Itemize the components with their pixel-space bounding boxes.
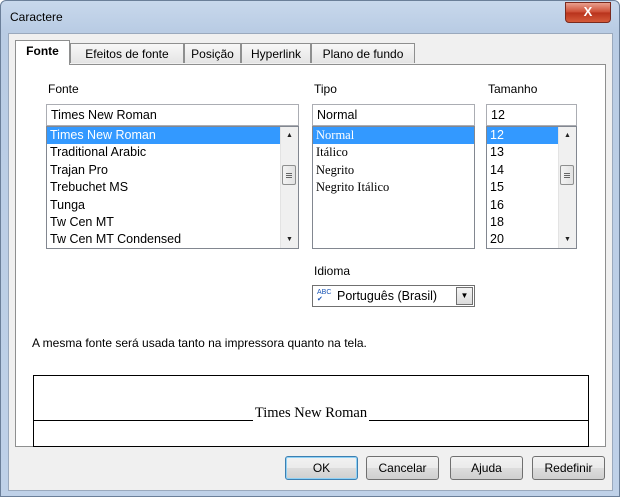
font-list-item[interactable]: Traditional Arabic xyxy=(47,144,298,161)
style-list-item[interactable]: Negrito Itálico xyxy=(313,179,474,196)
size-field[interactable]: 12 xyxy=(486,104,577,126)
chevron-down-icon[interactable]: ▼ xyxy=(456,287,473,305)
font-list-item[interactable]: Tw Cen MT Condensed xyxy=(47,231,298,248)
style-list-item[interactable]: Itálico xyxy=(313,144,474,161)
tab-plano-de-fundo[interactable]: Plano de fundo xyxy=(311,43,415,63)
tab-fonte[interactable]: Fonte xyxy=(15,40,70,65)
character-dialog: Caractere X Fonte Efeitos de fonte Posiç… xyxy=(0,0,620,497)
font-list-item[interactable]: Trajan Pro xyxy=(47,162,298,179)
tab-posicao[interactable]: Posição xyxy=(184,43,241,63)
scroll-thumb[interactable] xyxy=(282,165,296,185)
ok-button[interactable]: OK xyxy=(285,456,358,480)
font-list-scrollbar[interactable]: ▲ ▼ xyxy=(280,127,298,248)
dialog-body: Fonte Efeitos de fonte Posição Hyperlink… xyxy=(8,33,613,491)
font-list[interactable]: Times New Roman Traditional Arabic Traja… xyxy=(46,126,299,249)
language-label: Idioma xyxy=(314,264,351,278)
size-list[interactable]: 12 13 14 15 16 18 20 ▲ ▼ xyxy=(486,126,577,249)
style-field[interactable]: Normal xyxy=(312,104,475,126)
language-select[interactable]: ABC ✔ Português (Brasil) ▼ xyxy=(312,285,475,307)
scroll-up-arrow-icon[interactable]: ▲ xyxy=(559,127,576,144)
spellcheck-icon: ABC ✔ xyxy=(317,289,332,303)
style-list-item[interactable]: Normal xyxy=(313,127,474,145)
cancel-button[interactable]: Cancelar xyxy=(366,456,439,480)
font-list-item[interactable]: Trebuchet MS xyxy=(47,179,298,196)
preview-text: Times New Roman xyxy=(252,405,370,421)
close-button[interactable]: X xyxy=(565,2,611,23)
tab-efeitos-de-fonte[interactable]: Efeitos de fonte xyxy=(70,43,184,63)
help-button[interactable]: Ajuda xyxy=(450,456,523,480)
font-list-item[interactable]: Tw Cen MT xyxy=(47,214,298,231)
style-list-item[interactable]: Negrito xyxy=(313,162,474,179)
font-label: Fonte xyxy=(48,82,79,96)
window-title: Caractere xyxy=(10,10,63,24)
font-tab-panel: Fonte Times New Roman Times New Roman Tr… xyxy=(15,64,606,447)
scroll-thumb[interactable] xyxy=(560,165,574,185)
scroll-down-arrow-icon[interactable]: ▼ xyxy=(559,231,576,248)
title-bar[interactable]: Caractere X xyxy=(1,1,619,33)
tab-hyperlink[interactable]: Hyperlink xyxy=(241,43,311,63)
font-list-item[interactable]: Times New Roman xyxy=(47,127,298,145)
font-name-field[interactable]: Times New Roman xyxy=(46,104,299,126)
size-label: Tamanho xyxy=(488,82,538,96)
scroll-down-arrow-icon[interactable]: ▼ xyxy=(281,231,298,248)
reset-button[interactable]: Redefinir xyxy=(532,456,605,480)
style-label: Tipo xyxy=(314,82,337,96)
scroll-up-arrow-icon[interactable]: ▲ xyxy=(281,127,298,144)
font-list-item[interactable]: Tunga xyxy=(47,197,298,214)
style-list[interactable]: Normal Itálico Negrito Negrito Itálico xyxy=(312,126,475,249)
size-list-scrollbar[interactable]: ▲ ▼ xyxy=(558,127,576,248)
font-info-text: A mesma fonte será usada tanto na impres… xyxy=(32,336,367,350)
language-value: Português (Brasil) xyxy=(337,289,438,303)
font-preview: Times New Roman xyxy=(33,375,589,447)
